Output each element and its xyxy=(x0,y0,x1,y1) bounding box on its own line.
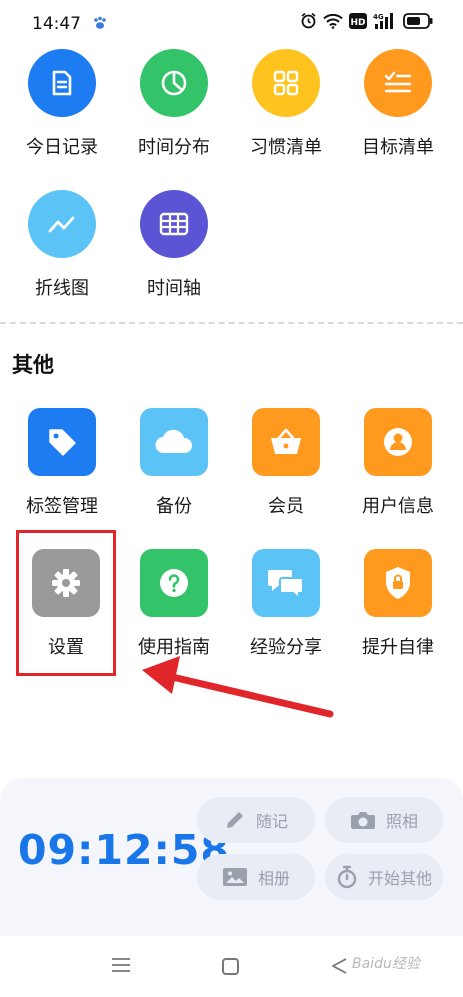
paw-icon xyxy=(94,16,106,29)
home-button[interactable] xyxy=(222,958,239,975)
grid-item-experience-share[interactable]: 经验分享 xyxy=(228,549,344,659)
goal-list-icon-bg xyxy=(364,49,432,117)
grid-item-label: 经验分享 xyxy=(250,637,322,658)
timeline-icon-bg xyxy=(140,190,208,258)
shield-lock-icon xyxy=(386,567,410,599)
back-icon[interactable] xyxy=(330,957,348,975)
chat-icon xyxy=(268,570,304,600)
grid-item-habit-list[interactable]: 习惯清单 xyxy=(228,49,344,159)
quick-note-label: 随记 xyxy=(255,812,288,831)
hd-badge-icon: HD xyxy=(349,12,367,29)
document-icon xyxy=(52,70,72,96)
grid-item-user-info[interactable]: 用户信息 xyxy=(340,408,456,518)
grid-item-label: 用户信息 xyxy=(362,496,434,517)
grid-item-time-distribution[interactable]: 时间分布 xyxy=(116,49,232,159)
today-record-icon-bg xyxy=(28,49,96,117)
experience-share-icon-bg xyxy=(252,549,320,617)
self-discipline-icon-bg xyxy=(364,549,432,617)
menu-icon[interactable] xyxy=(112,958,130,972)
hd-badge-text: HD xyxy=(350,18,365,28)
grid-item-label: 时间分布 xyxy=(138,137,210,158)
grid-item-label: 提升自律 xyxy=(362,637,434,658)
camera-button[interactable]: 照相 xyxy=(325,797,443,843)
alarm-icon xyxy=(301,12,316,29)
tag-management-icon-bg xyxy=(28,408,96,476)
pie-chart-icon xyxy=(161,70,187,96)
grid-item-timeline[interactable]: 时间轴 xyxy=(116,190,232,300)
section-title-other: 其他 xyxy=(12,353,54,377)
grid-item-label: 使用指南 xyxy=(138,637,210,658)
grid-item-label: 会员 xyxy=(268,496,304,517)
status-time: 14:47 xyxy=(32,14,81,34)
table-icon xyxy=(159,212,189,236)
basket-icon xyxy=(271,428,301,454)
album-button[interactable]: 相册 xyxy=(197,854,315,900)
user-icon xyxy=(384,428,412,456)
stopwatch-icon xyxy=(337,865,357,889)
grid-item-label: 标签管理 xyxy=(26,496,98,517)
watermark-text: Baidu经验 xyxy=(352,956,420,972)
grid-item-membership[interactable]: 会员 xyxy=(228,408,344,518)
quick-note-button[interactable]: 随记 xyxy=(197,797,315,843)
habit-list-icon-bg xyxy=(252,49,320,117)
grid-item-line-chart[interactable]: 折线图 xyxy=(4,190,120,300)
grid-item-label: 目标清单 xyxy=(362,137,434,158)
settings-highlight-box xyxy=(16,530,116,676)
help-icon xyxy=(160,569,188,597)
network-type: 4G xyxy=(373,13,384,21)
grid-item-goal-list[interactable]: 目标清单 xyxy=(340,49,456,159)
grid-item-backup[interactable]: 备份 xyxy=(116,408,232,518)
backup-icon-bg xyxy=(140,408,208,476)
camera-icon xyxy=(350,812,375,829)
grid-item-label: 备份 xyxy=(156,496,192,517)
user-guide-icon-bg xyxy=(140,549,208,617)
tag-icon xyxy=(49,429,76,456)
checklist-icon xyxy=(384,71,412,93)
start-other-label: 开始其他 xyxy=(367,869,432,888)
line-chart-icon xyxy=(48,216,75,233)
signal-icon: 4G xyxy=(373,13,393,29)
grid-item-tag-management[interactable]: 标签管理 xyxy=(4,408,120,518)
grid-item-user-guide[interactable]: 使用指南 xyxy=(116,549,232,659)
membership-icon-bg xyxy=(252,408,320,476)
grid-item-label: 习惯清单 xyxy=(250,137,322,158)
camera-label: 照相 xyxy=(385,812,418,831)
pencil-icon xyxy=(226,812,243,828)
grid-item-today-record[interactable]: 今日记录 xyxy=(4,49,120,159)
wifi-icon xyxy=(323,13,343,29)
line-chart-icon-bg xyxy=(28,190,96,258)
grid-item-self-discipline[interactable]: 提升自律 xyxy=(340,549,456,659)
grid-item-label: 今日记录 xyxy=(26,137,98,158)
status-bar: 14:47 HD 4G xyxy=(0,0,463,46)
grid-item-label: 时间轴 xyxy=(147,278,201,299)
album-label: 相册 xyxy=(257,869,290,888)
grid-icon xyxy=(273,70,299,96)
user-info-icon-bg xyxy=(364,408,432,476)
time-distribution-icon-bg xyxy=(140,49,208,117)
start-other-button[interactable]: 开始其他 xyxy=(325,854,443,900)
status-icons: HD 4G xyxy=(300,12,433,29)
battery-icon xyxy=(403,12,433,29)
image-icon xyxy=(222,868,247,886)
section-divider xyxy=(0,322,463,324)
cloud-icon xyxy=(155,429,193,454)
grid-item-label: 折线图 xyxy=(35,278,89,299)
